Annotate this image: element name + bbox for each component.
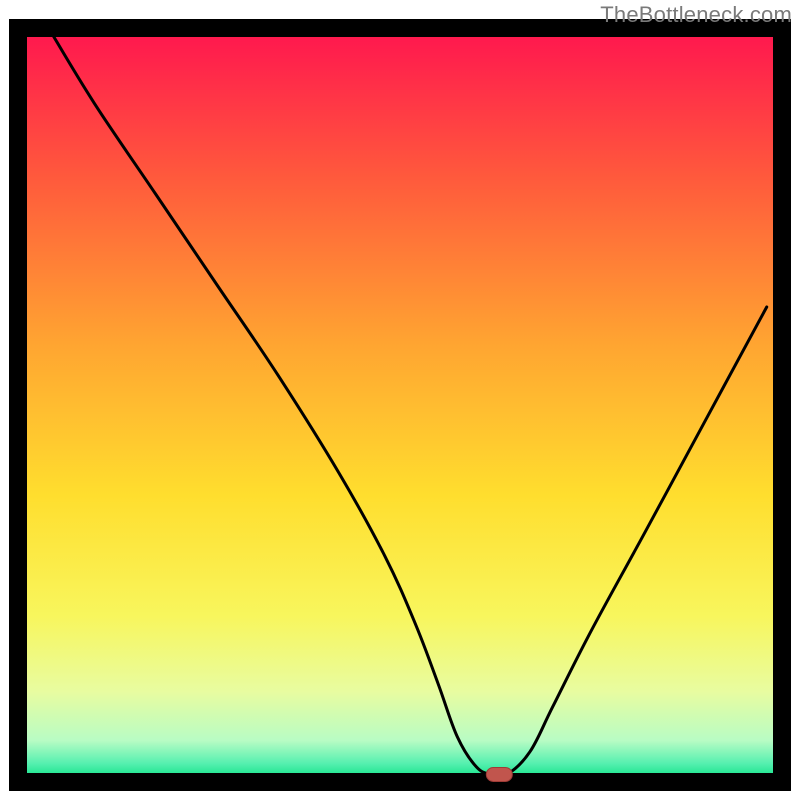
gradient-background xyxy=(18,28,782,782)
watermark-label: TheBottleneck.com xyxy=(600,2,792,28)
chart-container: TheBottleneck.com xyxy=(0,0,800,800)
bottleneck-chart xyxy=(0,0,800,800)
optimal-point-marker xyxy=(486,767,512,781)
